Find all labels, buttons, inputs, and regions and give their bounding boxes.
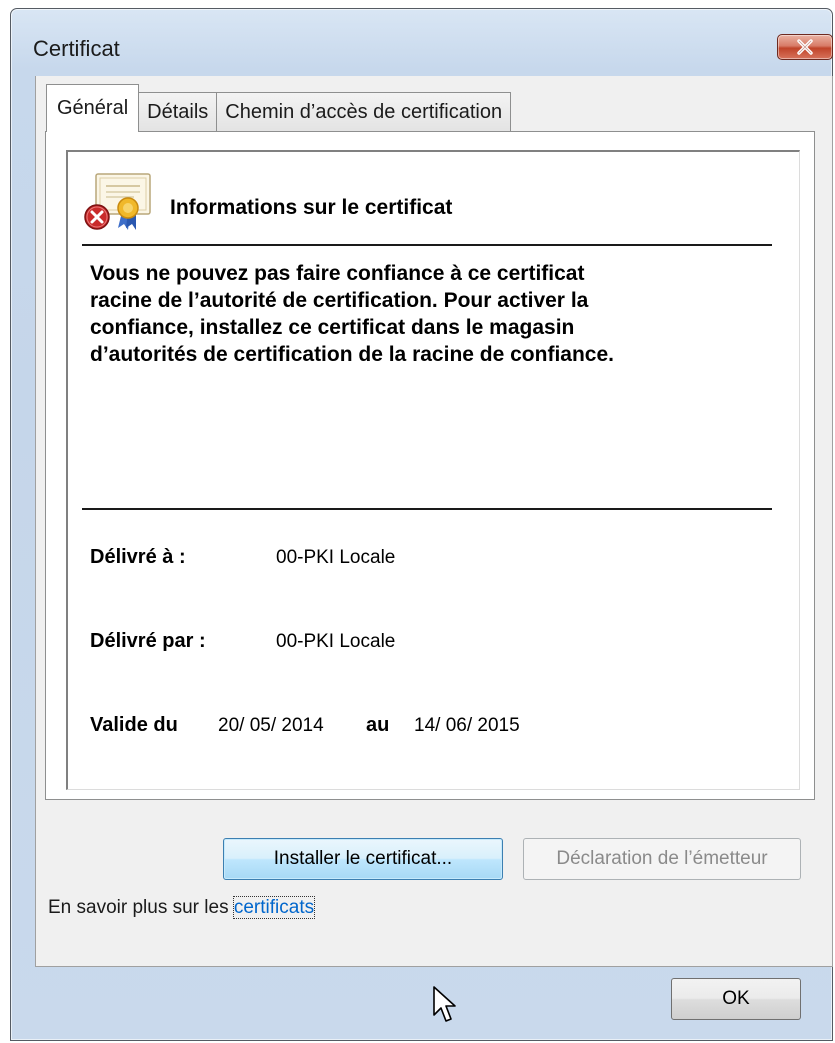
trust-warning-text: Vous ne pouvez pas faire confiance à ce … — [90, 260, 750, 368]
warning-line: d’autorités de certification de la racin… — [90, 343, 614, 366]
valid-to-label: au — [366, 714, 390, 736]
certificate-info-box: Informations sur le certificat Vous ne p… — [66, 150, 800, 790]
tab-details[interactable]: Détails — [138, 92, 218, 132]
mouse-cursor-icon — [433, 986, 456, 1022]
warning-line: racine de l’autorité de certification. P… — [90, 289, 589, 312]
install-certificate-button[interactable]: Installer le certificat... — [223, 838, 503, 880]
certificate-dialog: Certificat Général Détails Chemin d’accè… — [10, 8, 833, 1041]
issued-by-label: Délivré par : — [90, 630, 206, 652]
window-title: Certificat — [33, 36, 120, 61]
certificates-link[interactable]: certificats — [232, 896, 316, 919]
issuer-statement-button[interactable]: Déclaration de l’émetteur — [523, 838, 801, 880]
certificate-error-icon — [84, 173, 151, 230]
title-bar[interactable]: Certificat — [11, 9, 833, 75]
valid-from-value: 20/ 05/ 2014 — [218, 715, 324, 736]
tab-panel-general: Informations sur le certificat Vous ne p… — [45, 131, 815, 800]
tab-strip: Général Détails Chemin d’accès de certif… — [46, 84, 512, 132]
certificate-info-heading: Informations sur le certificat — [170, 196, 453, 219]
ok-button[interactable]: OK — [671, 978, 801, 1020]
close-button[interactable] — [777, 34, 833, 60]
warning-line: confiance, installez ce certificat dans … — [90, 316, 575, 339]
divider — [82, 508, 772, 510]
divider — [82, 244, 772, 246]
close-icon — [797, 39, 813, 55]
issued-to-value: 00-PKI Locale — [276, 547, 396, 568]
valid-from-label: Valide du — [90, 714, 178, 736]
valid-to-value: 14/ 06/ 2015 — [414, 715, 520, 736]
dialog-client-area: Général Détails Chemin d’accès de certif… — [35, 76, 833, 967]
learn-more-prefix: En savoir plus sur les — [48, 897, 234, 918]
tab-certification-path[interactable]: Chemin d’accès de certification — [216, 92, 512, 132]
warning-line: Vous ne pouvez pas faire confiance à ce … — [90, 262, 585, 285]
learn-more-text: En savoir plus sur les certificats — [48, 896, 316, 919]
issued-to-label: Délivré à : — [90, 546, 186, 568]
issued-by-value: 00-PKI Locale — [276, 631, 396, 652]
tab-general[interactable]: Général — [46, 84, 140, 132]
